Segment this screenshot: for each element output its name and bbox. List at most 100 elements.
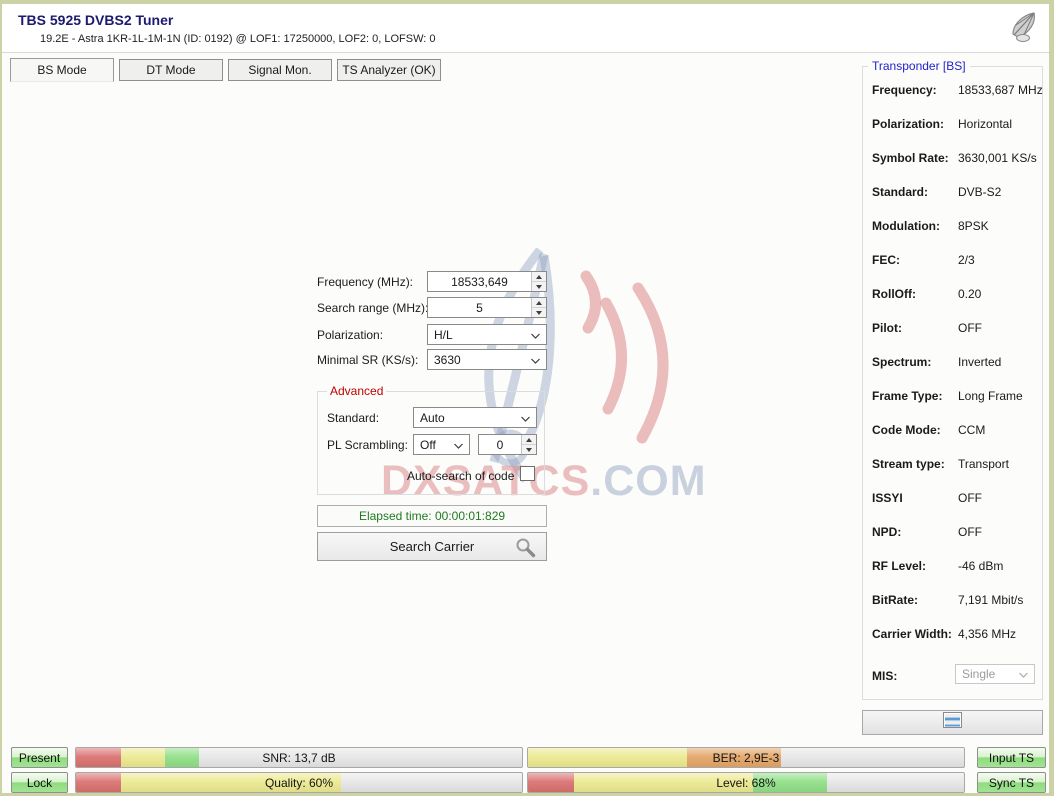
pl-code-spinner: [478, 434, 537, 455]
search-range-spinner: [427, 297, 547, 318]
table-row: Stream type:Transport: [872, 447, 1038, 481]
snr-progressbar: SNR: 13,7 dB: [75, 747, 523, 768]
frequency-spinner: [427, 271, 547, 292]
search-carrier-button[interactable]: Search Carrier: [317, 532, 547, 561]
field-label: Polarization:: [872, 117, 958, 131]
present-indicator[interactable]: Present: [11, 747, 68, 768]
watermark-text-right: .COM: [590, 457, 706, 505]
field-value: 18533,687 MHz: [958, 83, 1043, 97]
field-label: Carrier Width:: [872, 627, 958, 641]
triangle-up-icon: [526, 438, 532, 442]
frequency-label: Frequency (MHz):: [317, 275, 413, 289]
table-row: RF Level:-46 dBm: [872, 549, 1038, 583]
field-label: Stream type:: [872, 457, 958, 471]
field-value: 3630,001 KS/s: [958, 151, 1037, 165]
tab-label: BS Mode: [37, 63, 86, 77]
level-progressbar: Level: 68%: [527, 772, 965, 793]
search-range-input[interactable]: [428, 298, 531, 317]
level-value-label: Level: 68%: [528, 773, 964, 792]
field-label: RollOff:: [872, 287, 958, 301]
mis-select[interactable]: Single: [955, 664, 1035, 684]
spin-up-button[interactable]: [522, 435, 536, 444]
triangle-up-icon: [536, 275, 542, 279]
field-label: Code Mode:: [872, 423, 958, 437]
sync-ts-indicator[interactable]: Sync TS: [977, 772, 1046, 793]
field-label: FEC:: [872, 253, 958, 267]
list-icon: [943, 712, 962, 733]
search-range-label: Search range (MHz):: [317, 301, 428, 315]
field-label: ISSYI: [872, 491, 958, 505]
table-row: Polarization:Horizontal: [872, 107, 1038, 141]
indicator-label: Input TS: [989, 751, 1034, 765]
polarization-select[interactable]: H/L: [427, 324, 547, 345]
field-value: 2/3: [958, 253, 975, 267]
field-value: Horizontal: [958, 117, 1012, 131]
ber-progressbar: BER: 2,9E-3: [527, 747, 965, 768]
table-row: Standard:DVB-S2: [872, 175, 1038, 209]
spin-up-button[interactable]: [532, 272, 546, 281]
field-value: DVB-S2: [958, 185, 1001, 199]
tab-ts-analyzer[interactable]: TS Analyzer (OK): [337, 59, 441, 81]
chevron-down-icon: [454, 438, 463, 452]
spin-up-button[interactable]: [532, 298, 546, 307]
satellite-info-subtitle: 19.2E - Astra 1KR-1L-1M-1N (ID: 0192) @ …: [40, 33, 436, 45]
triangle-down-icon: [526, 448, 532, 452]
spin-down-button[interactable]: [532, 307, 546, 317]
field-value: Long Frame: [958, 389, 1023, 403]
standard-select[interactable]: Auto: [413, 407, 537, 428]
pl-scrambling-label: PL Scrambling:: [327, 438, 408, 452]
quality-progressbar: Quality: 60%: [75, 772, 523, 793]
table-row: ISSYIOFF: [872, 481, 1038, 515]
chevron-down-icon: [521, 411, 530, 425]
snr-value-label: SNR: 13,7 dB: [76, 748, 522, 767]
minimal-sr-select[interactable]: 3630: [427, 349, 547, 370]
spin-down-button[interactable]: [532, 281, 546, 291]
auto-search-label: Auto-search of code: [407, 469, 514, 483]
transponder-list-button[interactable]: [862, 710, 1043, 735]
mode-tabs: BS Mode DT Mode Signal Mon. TS Analyzer …: [10, 59, 441, 82]
pl-scrambling-select[interactable]: Off: [413, 434, 470, 455]
spin-down-button[interactable]: [522, 444, 536, 454]
table-row: RollOff:0.20: [872, 277, 1038, 311]
search-carrier-label: Search Carrier: [390, 539, 475, 554]
spinner-buttons: [531, 272, 546, 291]
field-label: BitRate:: [872, 593, 958, 607]
magnifier-icon: [515, 537, 536, 561]
table-row: NPD:OFF: [872, 515, 1038, 549]
app-window: TBS 5925 DVBS2 Tuner 19.2E - Astra 1KR-1…: [0, 0, 1054, 796]
field-label: Modulation:: [872, 219, 958, 233]
field-value: CCM: [958, 423, 985, 437]
field-value: OFF: [958, 321, 982, 335]
triangle-down-icon: [536, 285, 542, 289]
tab-bs-mode[interactable]: BS Mode: [10, 58, 114, 82]
field-value: Transport: [958, 457, 1009, 471]
field-value: -46 dBm: [958, 559, 1003, 573]
chevron-down-icon: [531, 328, 540, 342]
input-ts-indicator[interactable]: Input TS: [977, 747, 1046, 768]
selected-value: H/L: [434, 328, 453, 342]
table-row: BitRate:7,191 Mbit/s: [872, 583, 1038, 617]
indicator-label: Sync TS: [989, 776, 1034, 790]
table-row: FEC:2/3: [872, 243, 1038, 277]
window-title: TBS 5925 DVBS2 Tuner: [18, 12, 173, 28]
field-label: Pilot:: [872, 321, 958, 335]
tab-dt-mode[interactable]: DT Mode: [119, 59, 223, 81]
pl-code-input[interactable]: [479, 435, 521, 454]
field-value: 8PSK: [958, 219, 989, 233]
tab-label: DT Mode: [146, 63, 195, 77]
selected-value: Auto: [420, 411, 445, 425]
standard-label: Standard:: [327, 411, 379, 425]
selected-value: Single: [962, 667, 995, 681]
elapsed-time-box: Elapsed time: 00:00:01:829: [317, 505, 547, 527]
lock-indicator[interactable]: Lock: [11, 772, 68, 793]
field-label: NPD:: [872, 525, 958, 539]
frequency-input[interactable]: [428, 272, 531, 291]
tab-signal-mon[interactable]: Signal Mon.: [228, 59, 332, 81]
indicator-label: Lock: [27, 776, 52, 790]
field-value: Inverted: [958, 355, 1001, 369]
transponder-rows: Frequency:18533,687 MHz Polarization:Hor…: [872, 73, 1038, 651]
auto-search-checkbox[interactable]: [520, 466, 535, 481]
indicator-label: Present: [19, 751, 60, 765]
selected-value: Off: [420, 438, 436, 452]
table-row: Code Mode:CCM: [872, 413, 1038, 447]
